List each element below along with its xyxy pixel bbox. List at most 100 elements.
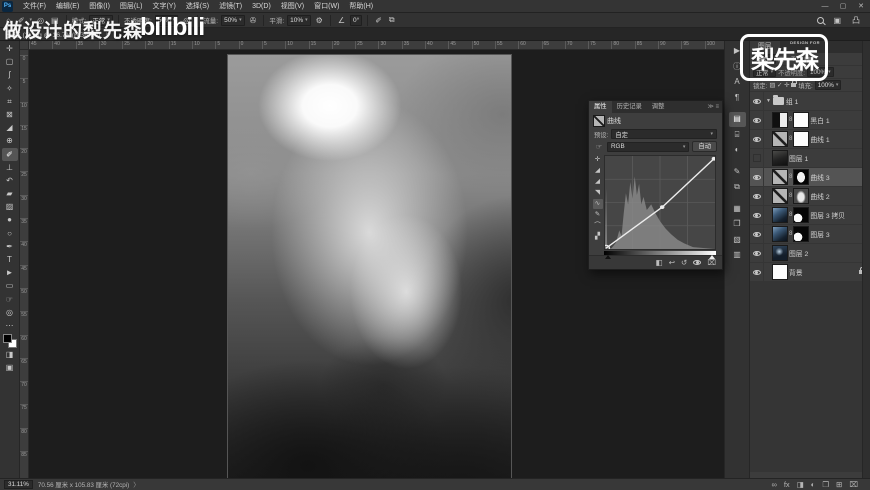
more-tools-icon[interactable]: ⋯: [2, 319, 18, 332]
flow-select[interactable]: 50%▾: [221, 15, 245, 26]
visibility-eye-icon[interactable]: [750, 149, 764, 167]
layer-row-curves1[interactable]: 8 曲线 1: [750, 130, 870, 149]
menu-view[interactable]: 视图(V): [276, 0, 309, 13]
white-point-dropper[interactable]: ◥: [593, 188, 603, 198]
zoom-tool[interactable]: ◎: [2, 306, 18, 319]
quick-select-tool[interactable]: ✧: [2, 82, 18, 95]
dodge-tool[interactable]: ○: [2, 227, 18, 240]
layer-row-layer2[interactable]: 图层 2: [750, 244, 870, 263]
snap-icon[interactable]: ▞: [593, 232, 603, 242]
curves-adjustment-icon[interactable]: [773, 170, 787, 184]
layer-row-curves3-selected[interactable]: 8 曲线 3: [750, 168, 870, 187]
smoothing-select[interactable]: 10%▾: [287, 15, 311, 26]
new-group-icon[interactable]: ❒: [822, 480, 829, 489]
menu-edit[interactable]: 编辑(E): [51, 0, 84, 13]
visibility-eye-icon[interactable]: [750, 244, 764, 262]
mask-link-icon[interactable]: 8: [789, 193, 792, 199]
hand-adjust-icon[interactable]: ✛: [593, 155, 603, 165]
history-brush-tool[interactable]: ↶: [2, 174, 18, 187]
screen-mode-button[interactable]: ▣: [2, 361, 18, 374]
layer-mask-thumbnail[interactable]: [794, 208, 808, 222]
mask-link-icon[interactable]: 8: [789, 117, 792, 123]
color-swatches[interactable]: [3, 334, 17, 348]
document-image-clouds[interactable]: [228, 55, 511, 478]
lock-icons[interactable]: ▨ ✓ ✛: [769, 82, 789, 89]
reset-icon[interactable]: ↺: [681, 258, 687, 267]
layer-mask-thumbnail[interactable]: [794, 227, 808, 241]
layer-row-layer3-copy[interactable]: 8 图层 3 拷贝: [750, 206, 870, 225]
curves-adjustment-icon[interactable]: [773, 189, 787, 203]
layer-mask-thumbnail[interactable]: [794, 189, 808, 203]
layer-thumbnail[interactable]: [773, 208, 787, 222]
layer-row-background[interactable]: 背景: [750, 263, 870, 282]
search-icon[interactable]: [817, 17, 824, 24]
shape-tool[interactable]: ▭: [2, 279, 18, 292]
visibility-eye-icon[interactable]: [750, 263, 764, 281]
eraser-tool[interactable]: ▰: [2, 187, 18, 200]
layer-thumbnail[interactable]: [773, 246, 787, 260]
eyedropper-tool[interactable]: ◢: [2, 121, 18, 134]
visibility-eye-icon[interactable]: [750, 225, 764, 243]
delete-layer-icon[interactable]: ⌧: [849, 480, 858, 489]
layer-mask-thumbnail[interactable]: [794, 170, 808, 184]
libraries-panel-icon[interactable]: ❒: [729, 217, 746, 232]
pencil-tool-icon[interactable]: ✎: [593, 210, 603, 220]
quick-mask-button[interactable]: ◨: [2, 348, 18, 361]
visibility-eye-icon[interactable]: [750, 187, 764, 205]
mask-link-icon[interactable]: 8: [789, 136, 792, 142]
brush-settings-icon[interactable]: ✎: [729, 165, 746, 180]
menu-filter[interactable]: 滤镜(T): [214, 0, 247, 13]
brush-pressure-icon[interactable]: ✐: [373, 16, 384, 25]
workspace-icon[interactable]: ▣: [831, 16, 843, 25]
layer-thumbnail[interactable]: [773, 151, 787, 165]
white-point-slider[interactable]: [709, 255, 715, 259]
auto-button[interactable]: 自动: [692, 141, 717, 152]
smoothing-gear-icon[interactable]: ⚙: [314, 16, 325, 25]
blur-tool[interactable]: ●: [2, 213, 18, 226]
status-options-arrow[interactable]: 〉: [133, 480, 139, 489]
visibility-eye-icon[interactable]: [750, 111, 764, 129]
healing-tool[interactable]: ⊕: [2, 134, 18, 147]
mask-link-icon[interactable]: 8: [789, 212, 792, 218]
new-layer-icon[interactable]: ⊞: [836, 480, 842, 489]
move-tool[interactable]: ✛: [2, 42, 18, 55]
lasso-tool[interactable]: ʃ: [2, 68, 18, 81]
gradient-tool[interactable]: ▨: [2, 200, 18, 213]
frame-tool[interactable]: ⊠: [2, 108, 18, 121]
clone-stamp-tool[interactable]: ⊥: [2, 161, 18, 174]
menu-layer[interactable]: 图层(L): [115, 0, 148, 13]
menu-select[interactable]: 选择(S): [181, 0, 214, 13]
link-layers-icon[interactable]: ∞: [771, 480, 776, 489]
angle-field[interactable]: 0°: [350, 15, 362, 26]
swatches-panel-icon[interactable]: ▦: [729, 202, 746, 217]
visibility-eye-icon[interactable]: [750, 92, 764, 110]
layer-thumbnail[interactable]: [773, 265, 787, 279]
brush-tool[interactable]: ✐: [2, 148, 18, 161]
close-button[interactable]: ✕: [852, 0, 870, 13]
symmetry-icon[interactable]: ⧉: [387, 15, 397, 25]
add-mask-icon[interactable]: ◨: [797, 480, 804, 489]
clone-source-icon[interactable]: ⧉: [729, 180, 746, 195]
airbrush-icon[interactable]: ✇: [248, 16, 259, 25]
menu-3d[interactable]: 3D(D): [247, 0, 276, 13]
menu-help[interactable]: 帮助(H): [344, 0, 378, 13]
adjustment-layer-icon[interactable]: ◐: [811, 480, 816, 489]
layer-row-blackwhite1[interactable]: 8 黑白 1: [750, 111, 870, 130]
menu-type[interactable]: 文字(Y): [147, 0, 180, 13]
lock-all-icon[interactable]: [791, 83, 796, 87]
visibility-eye-icon[interactable]: [750, 130, 764, 148]
layer-row-layer3[interactable]: 8 图层 3: [750, 225, 870, 244]
minimize-button[interactable]: —: [816, 0, 834, 13]
preset-select[interactable]: 自定▾: [611, 129, 717, 139]
marquee-tool[interactable]: ▢: [2, 55, 18, 68]
visibility-eye-icon[interactable]: [693, 260, 701, 265]
brushes-panel-icon[interactable]: ⌸: [729, 128, 746, 143]
layer-row-layer1[interactable]: 图层 1: [750, 149, 870, 168]
foreground-color-swatch[interactable]: [3, 334, 12, 343]
visibility-eye-icon[interactable]: [750, 168, 764, 186]
menu-image[interactable]: 图像(I): [84, 0, 115, 13]
zoom-level-field[interactable]: 31.11%: [4, 480, 33, 489]
menu-window[interactable]: 窗口(W): [309, 0, 344, 13]
layer-thumbnail[interactable]: [773, 227, 787, 241]
view-previous-icon[interactable]: ↩: [669, 258, 675, 267]
